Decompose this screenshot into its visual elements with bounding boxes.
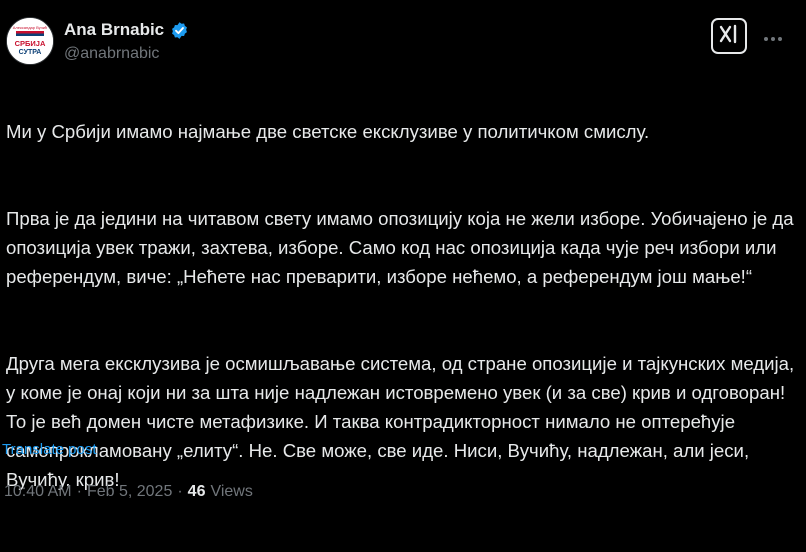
meta-separator: · (76, 483, 82, 500)
more-options-icon (763, 25, 783, 48)
translate-post-link[interactable]: Translate post (2, 441, 97, 458)
author-handle[interactable]: @anabrnabic (64, 45, 159, 63)
post-metadata: 10:40 AM · Feb 5, 2025 · 46 Views (4, 483, 253, 501)
meta-separator: · (177, 483, 183, 500)
verified-badge-icon[interactable] (170, 21, 189, 40)
post-paragraph: Ми у Србији имамо најмање две светске ек… (6, 121, 650, 142)
post-time[interactable]: 10:40 AM (4, 483, 72, 501)
post-date[interactable]: Feb 5, 2025 (87, 483, 172, 501)
grok-button[interactable] (711, 18, 747, 54)
post-paragraph: Прва је да једини на читавом свету имамо… (6, 208, 794, 287)
author-name-row: Ana Brnabic (64, 20, 189, 40)
avatar-caption: Александар Вучић (13, 25, 48, 30)
post-container: Александар Вучић СРБИЈА СУТРА Ana Brnabi… (0, 0, 806, 528)
avatar[interactable]: Александар Вучић СРБИЈА СУТРА (6, 17, 54, 65)
views-label: Views (210, 483, 253, 500)
views-count[interactable]: 46 (188, 483, 206, 501)
more-options-button[interactable] (759, 24, 787, 48)
grok-icon (718, 23, 740, 50)
author-display-name[interactable]: Ana Brnabic (64, 20, 164, 40)
post-paragraph: Друга мега ексклузива је осмишљавање сис… (6, 353, 795, 490)
avatar-logo-sub: СУТРА (19, 49, 42, 56)
avatar-logo-main: СРБИЈА (15, 39, 46, 48)
